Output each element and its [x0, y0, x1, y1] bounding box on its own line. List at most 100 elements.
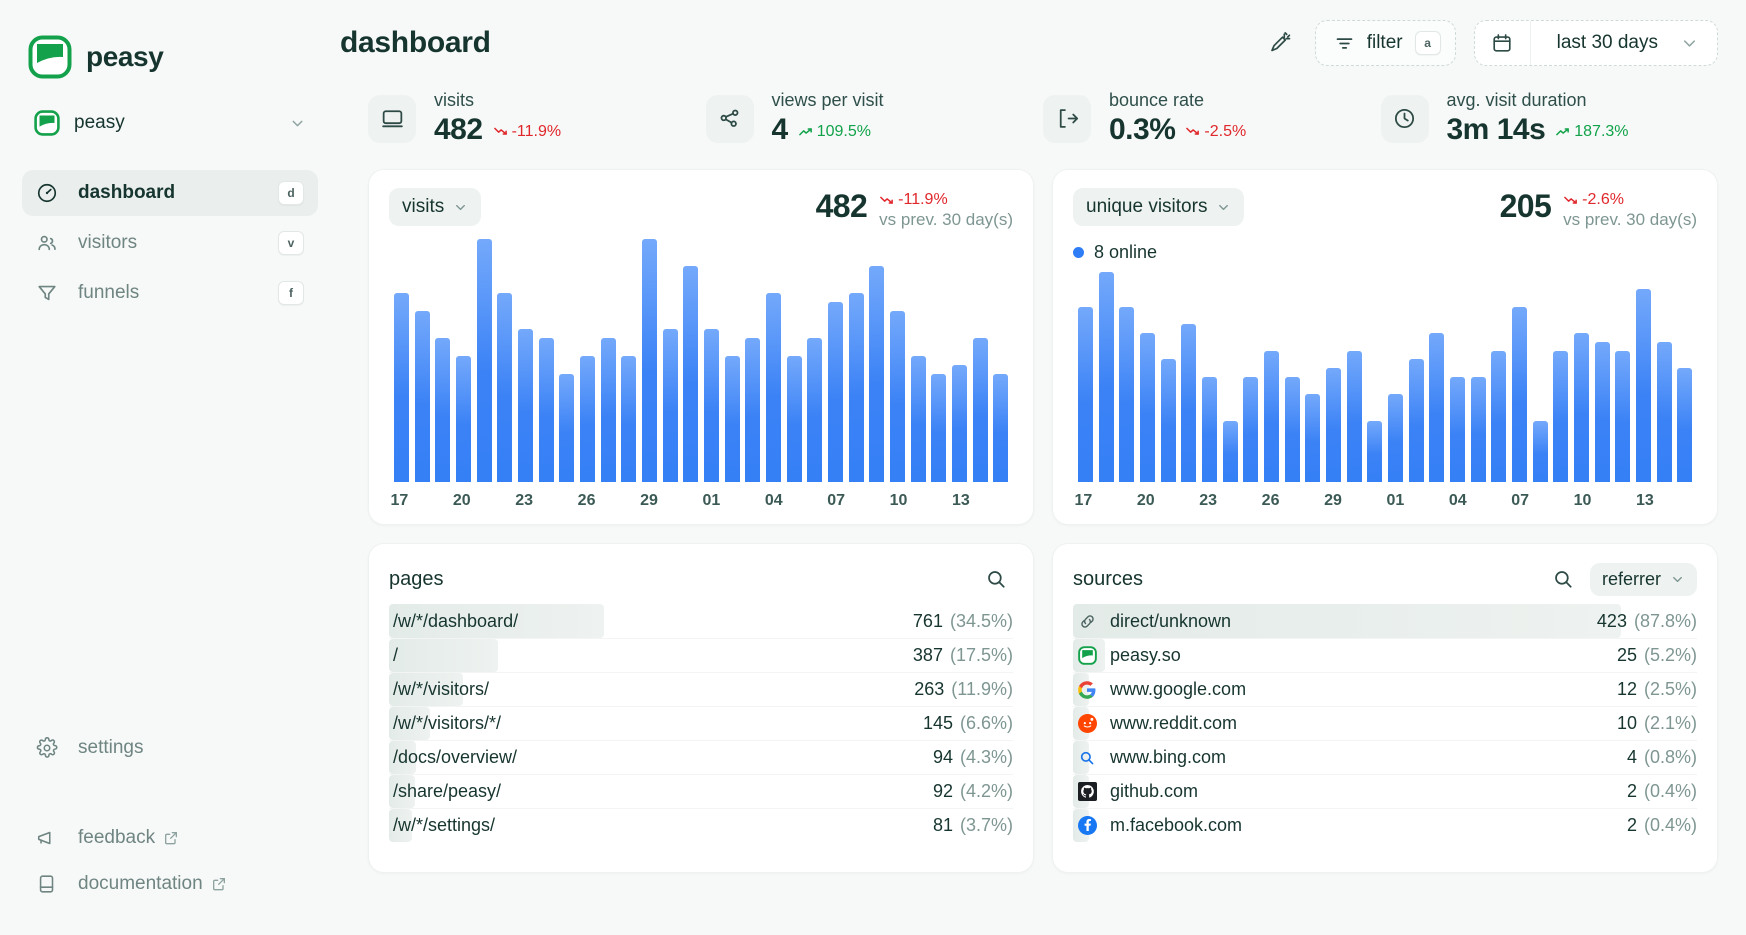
chart-bar[interactable]	[765, 293, 781, 482]
bar-slot[interactable]	[1178, 263, 1199, 482]
chart-bar[interactable]	[1656, 341, 1672, 482]
table-row[interactable]: / 387 (17.5%)	[389, 638, 1013, 672]
chart-bar[interactable]	[414, 311, 430, 482]
chart-bar[interactable]	[1367, 420, 1383, 482]
chart-bar[interactable]	[1635, 289, 1651, 482]
chart-metric-selector[interactable]: unique visitors	[1073, 188, 1245, 226]
bar-slot[interactable]	[1406, 263, 1427, 482]
bar-slot[interactable]	[1592, 263, 1613, 482]
chart-bar[interactable]	[848, 293, 864, 482]
date-range-picker[interactable]: last 30 days	[1473, 20, 1718, 66]
bar-slot[interactable]	[846, 230, 867, 482]
bar-slot[interactable]	[763, 230, 784, 482]
bar-slot[interactable]	[1364, 263, 1385, 482]
table-row[interactable]: peasy.so 25 (5.2%)	[1073, 638, 1697, 672]
chart-bar[interactable]	[1160, 359, 1176, 482]
sidebar-item-documentation[interactable]: documentation	[22, 861, 318, 907]
bar-slot[interactable]	[639, 230, 660, 482]
bar-chart-unique-visitors[interactable]	[1073, 263, 1697, 482]
bar-slot[interactable]	[949, 230, 970, 482]
chart-bar[interactable]	[951, 365, 967, 482]
bar-slot[interactable]	[536, 230, 557, 482]
bar-slot[interactable]	[970, 230, 991, 482]
bar-slot[interactable]	[1550, 263, 1571, 482]
bar-slot[interactable]	[825, 230, 846, 482]
bar-slot[interactable]	[1571, 263, 1592, 482]
chart-bar[interactable]	[600, 338, 616, 482]
chart-bar[interactable]	[683, 266, 699, 482]
chart-bar[interactable]	[1449, 376, 1465, 482]
bar-slot[interactable]	[1447, 263, 1468, 482]
chart-bar[interactable]	[703, 329, 719, 482]
sidebar-item-settings[interactable]: settings	[22, 725, 318, 771]
chart-bar[interactable]	[972, 338, 988, 482]
chart-bar[interactable]	[579, 356, 595, 482]
chart-bar[interactable]	[435, 338, 451, 482]
sources-type-selector[interactable]: referrer	[1589, 562, 1697, 596]
chart-bar[interactable]	[1119, 306, 1135, 482]
table-row[interactable]: m.facebook.com 2 (0.4%)	[1073, 808, 1697, 842]
chart-bar[interactable]	[662, 329, 678, 482]
chart-bar[interactable]	[1408, 359, 1424, 482]
bar-slot[interactable]	[432, 230, 453, 482]
chart-bar[interactable]	[1201, 376, 1217, 482]
sidebar-item-funnels[interactable]: funnels f	[22, 270, 318, 316]
table-row[interactable]: /w/*/visitors/*/ 145 (6.6%)	[389, 706, 1013, 740]
bar-slot[interactable]	[1240, 263, 1261, 482]
bar-slot[interactable]	[804, 230, 825, 482]
bar-slot[interactable]	[1261, 263, 1282, 482]
filter-button[interactable]: filter a	[1314, 20, 1456, 66]
bar-slot[interactable]	[784, 230, 805, 482]
bar-slot[interactable]	[908, 230, 929, 482]
bar-slot[interactable]	[660, 230, 681, 482]
bar-slot[interactable]	[701, 230, 722, 482]
bar-slot[interactable]	[1137, 263, 1158, 482]
chart-bar[interactable]	[993, 374, 1009, 482]
bar-slot[interactable]	[742, 230, 763, 482]
bar-slot[interactable]	[1426, 263, 1447, 482]
magic-wand-icon[interactable]	[1263, 26, 1297, 60]
chart-bar[interactable]	[1511, 306, 1527, 482]
table-row[interactable]: /w/*/settings/81 (3.7%)	[389, 808, 1013, 842]
bar-slot[interactable]	[598, 230, 619, 482]
bar-slot[interactable]	[1116, 263, 1137, 482]
bar-slot[interactable]	[1612, 263, 1633, 482]
chart-bar[interactable]	[745, 338, 761, 482]
bar-slot[interactable]	[1096, 263, 1117, 482]
chart-bar[interactable]	[476, 239, 492, 482]
bar-slot[interactable]	[1530, 263, 1551, 482]
table-row[interactable]: direct/unknown 423 (87.8%)	[1073, 604, 1697, 638]
bar-slot[interactable]	[618, 230, 639, 482]
chart-bar[interactable]	[1429, 333, 1445, 482]
bar-slot[interactable]	[887, 230, 908, 482]
table-row[interactable]: /w/*/dashboard/761 (34.5%)	[389, 604, 1013, 638]
chart-bar[interactable]	[1677, 368, 1693, 482]
chart-bar[interactable]	[1594, 341, 1610, 482]
table-row[interactable]: /share/peasy/92 (4.2%)	[389, 774, 1013, 808]
chart-bar[interactable]	[1139, 333, 1155, 482]
chart-bar[interactable]	[1181, 324, 1197, 482]
bar-slot[interactable]	[1674, 263, 1695, 482]
bar-slot[interactable]	[453, 230, 474, 482]
bar-slot[interactable]	[1509, 263, 1530, 482]
bar-slot[interactable]	[990, 230, 1011, 482]
bar-slot[interactable]	[1220, 263, 1241, 482]
bar-slot[interactable]	[866, 230, 887, 482]
chart-bar[interactable]	[559, 374, 575, 482]
bar-slot[interactable]	[928, 230, 949, 482]
chart-bar[interactable]	[1491, 350, 1507, 482]
chart-bar[interactable]	[724, 356, 740, 482]
bar-slot[interactable]	[494, 230, 515, 482]
bar-slot[interactable]	[722, 230, 743, 482]
bar-slot[interactable]	[391, 230, 412, 482]
bar-slot[interactable]	[412, 230, 433, 482]
chart-bar[interactable]	[455, 356, 471, 482]
project-switcher[interactable]: peasy	[22, 102, 318, 144]
search-icon[interactable]	[979, 562, 1013, 596]
sidebar-item-visitors[interactable]: visitors v	[22, 220, 318, 266]
search-icon[interactable]	[1546, 562, 1580, 596]
chart-bar[interactable]	[1470, 376, 1486, 482]
chart-bar[interactable]	[497, 293, 513, 482]
sidebar-item-feedback[interactable]: feedback	[22, 815, 318, 861]
chart-bar[interactable]	[1098, 271, 1114, 482]
